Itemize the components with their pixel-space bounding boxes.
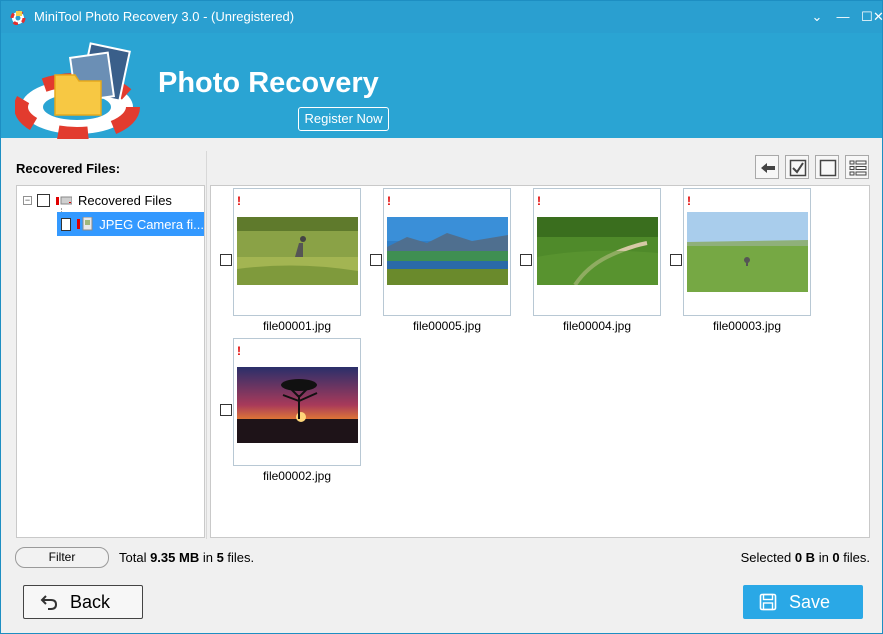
product-title: Photo Recovery (158, 67, 379, 99)
thumbnail-card[interactable]: ! (683, 188, 811, 316)
photo-preview (387, 217, 508, 285)
file-warning-icon (77, 216, 93, 231)
tree-checkbox-root[interactable] (37, 193, 50, 207)
back-button[interactable]: Back (23, 585, 143, 619)
thumbnail-card[interactable]: ! (383, 188, 511, 316)
total-size: 9.35 MB (150, 550, 200, 565)
total-count: 5 (216, 550, 224, 565)
tree-checkbox-child[interactable] (61, 217, 72, 231)
window-title: MiniTool Photo Recovery 3.0 - (Unregiste… (34, 9, 295, 24)
collapse-expander-icon[interactable]: − (23, 195, 32, 205)
back-label: Back (70, 591, 111, 612)
tree-item-label: Recovered Files (78, 192, 172, 208)
panel-splitter[interactable] (206, 151, 208, 539)
file-tree[interactable]: − Recovered Files JPEG Camera fi... (16, 185, 205, 538)
save-button[interactable]: Save (743, 585, 863, 619)
tree-item-recovered-files[interactable]: − Recovered Files (23, 188, 172, 212)
selected-size: 0 B (794, 550, 816, 565)
app-window: MiniTool Photo Recovery 3.0 - (Unregiste… (0, 0, 883, 634)
file-name: file00005.jpg (412, 319, 482, 333)
warning-icon: ! (687, 194, 691, 208)
warning-icon: ! (387, 194, 391, 208)
menu-icon[interactable]: ⌄ (807, 7, 827, 27)
file-thumbnail[interactable]: ! file00004.jpg (513, 187, 663, 337)
warning-icon: ! (237, 194, 241, 208)
recovered-files-label: Recovered Files: (16, 161, 121, 176)
photo-preview (237, 217, 358, 285)
file-thumbnail[interactable]: ! file00005.jpg (363, 187, 513, 337)
warning-icon: ! (537, 194, 541, 208)
close-button[interactable]: ✕ (873, 7, 883, 27)
tree-item-jpeg-camera[interactable]: JPEG Camera fi... (57, 212, 204, 236)
photo-preview (537, 217, 658, 285)
thumbnail-card[interactable]: ! (233, 338, 361, 466)
thumbnail-card[interactable]: ! (533, 188, 661, 316)
file-name: file00002.jpg (262, 469, 332, 483)
file-checkbox[interactable] (370, 254, 382, 266)
filter-button[interactable]: Filter (15, 547, 109, 568)
drive-warning-icon (56, 193, 73, 207)
file-thumbnail[interactable]: ! file00002.jpg (213, 337, 363, 487)
photo-preview (687, 212, 808, 292)
header-banner: Photo Recovery Register Now (1, 33, 882, 141)
uncheck-all-icon[interactable] (815, 155, 839, 179)
save-disk-icon (759, 593, 777, 611)
warning-icon: ! (237, 344, 241, 358)
selected-summary: Selected 0 B in 0 files. (740, 550, 870, 565)
selected-count: 0 (832, 550, 840, 565)
file-checkbox[interactable] (520, 254, 532, 266)
file-name: file00003.jpg (712, 319, 782, 333)
minimize-button[interactable]: — (833, 7, 853, 27)
file-checkbox[interactable] (220, 404, 232, 416)
check-all-icon[interactable] (785, 155, 809, 179)
file-name: file00004.jpg (562, 319, 632, 333)
file-name: file00001.jpg (262, 319, 332, 333)
file-checkbox[interactable] (670, 254, 682, 266)
save-label: Save (789, 591, 831, 612)
photo-recovery-logo (14, 39, 155, 141)
app-lifebuoy-icon (10, 9, 26, 26)
file-thumbnail[interactable]: ! file00003.jpg (663, 187, 813, 337)
file-checkbox[interactable] (220, 254, 232, 266)
register-now-button[interactable]: Register Now (298, 107, 389, 131)
thumbnail-card[interactable]: ! (233, 188, 361, 316)
thumbnail-grid[interactable]: ! file00001.jpg ! file00005.jpg ! file00… (210, 185, 870, 538)
tree-item-label: JPEG Camera fi... (99, 216, 204, 232)
total-summary: Total 9.35 MB in 5 files. (119, 550, 255, 565)
undo-arrow-icon (40, 595, 58, 610)
back-arrow-icon[interactable] (755, 155, 779, 179)
title-bar[interactable]: MiniTool Photo Recovery 3.0 - (Unregiste… (1, 1, 883, 33)
file-thumbnail[interactable]: ! file00001.jpg (213, 187, 363, 337)
photo-preview (237, 367, 358, 443)
list-view-icon[interactable] (845, 155, 869, 179)
